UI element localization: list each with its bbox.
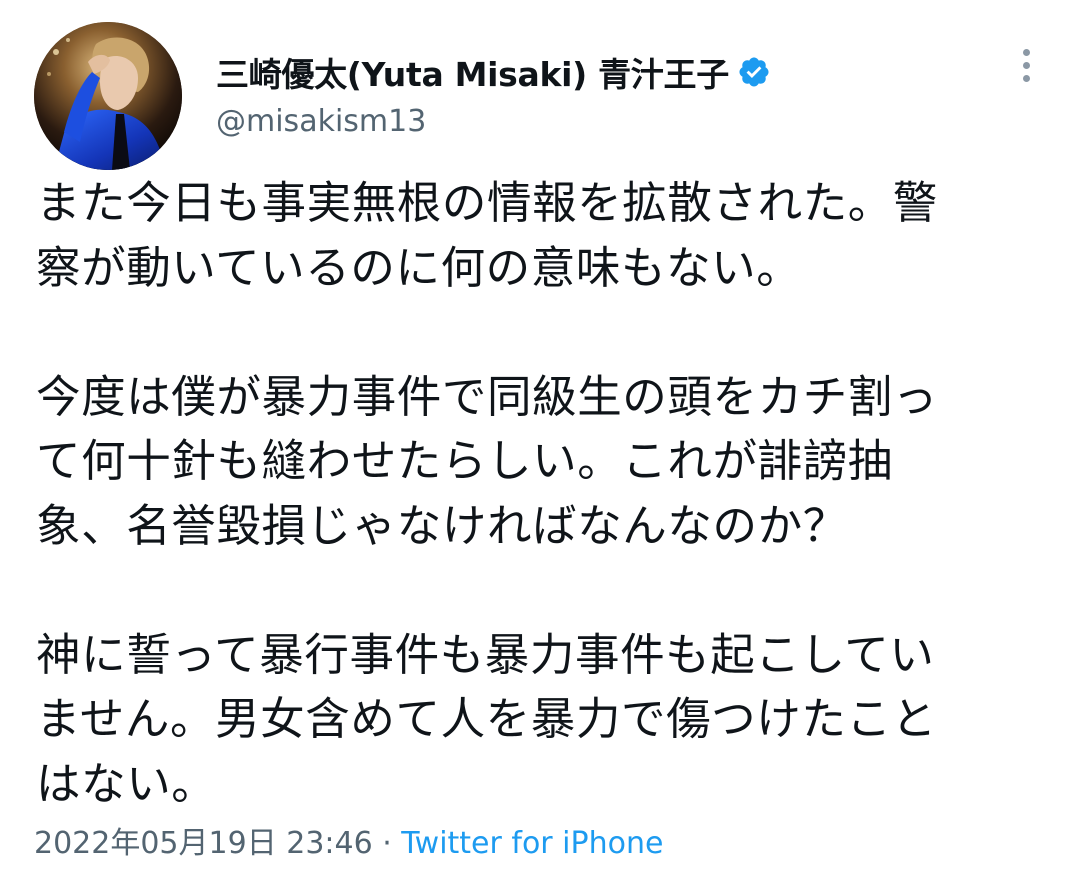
tweet-line: 神に誓って暴行事件も暴力事件も起こしてい <box>36 629 935 681</box>
meta-separator: · <box>372 826 402 861</box>
tweet[interactable]: 三崎優太(Yuta Misaki) 青汁王子 @misakism13 また今日も… <box>0 0 1080 886</box>
tweet-timestamp[interactable]: 2022年05月19日 23:46 <box>34 826 373 861</box>
tweet-line: て何十針も縫わせたらしい。これが誹謗抽 <box>36 436 893 487</box>
tweet-meta: 2022年05月19日 23:46 · Twitter for iPhone <box>34 818 663 862</box>
more-dot <box>1022 48 1030 56</box>
more-dot <box>1022 74 1030 82</box>
tweet-paragraph: また今日も事実無根の情報を拡散された。警 察が動いているのに何の意味もない。 <box>36 172 1046 301</box>
author-handle[interactable]: @misakism13 <box>216 104 426 139</box>
tweet-line: はない。 <box>36 758 217 810</box>
tweet-line: また今日も事実無根の情報を拡散された。警 <box>36 178 939 229</box>
more-dot <box>1022 61 1030 69</box>
tweet-line: ません。男女含めて人を暴力で傷つけたこと <box>36 694 937 745</box>
tweet-source-link[interactable]: Twitter for iPhone <box>401 826 663 861</box>
tweet-line: 今度は僕が暴力事件で同級生の頭をカチ割っ <box>36 371 939 423</box>
profile-avatar[interactable] <box>34 22 182 170</box>
tweet-line: 象、名誉毀損じゃなければなんなのか？ <box>36 500 848 552</box>
author-display-name[interactable]: 三崎優太(Yuta Misaki) 青汁王子 <box>216 48 729 96</box>
author-name-row: 三崎優太(Yuta Misaki) 青汁王子 <box>216 48 771 96</box>
tweet-paragraph: 神に誓って暴行事件も暴力事件も起こしてい ません。男女含めて人を暴力で傷つけたこ… <box>36 624 1046 818</box>
verified-badge-icon <box>737 55 771 89</box>
tweet-paragraph: 今度は僕が暴力事件で同級生の頭をカチ割っ て何十針も縫わせたらしい。これが誹謗抽… <box>36 366 1046 560</box>
tweet-line: 察が動いているのに何の意味もない。 <box>36 242 802 294</box>
tweet-text: また今日も事実無根の情報を拡散された。警 察が動いているのに何の意味もない。 今… <box>36 172 1046 817</box>
more-options-icon[interactable] <box>1004 40 1048 90</box>
